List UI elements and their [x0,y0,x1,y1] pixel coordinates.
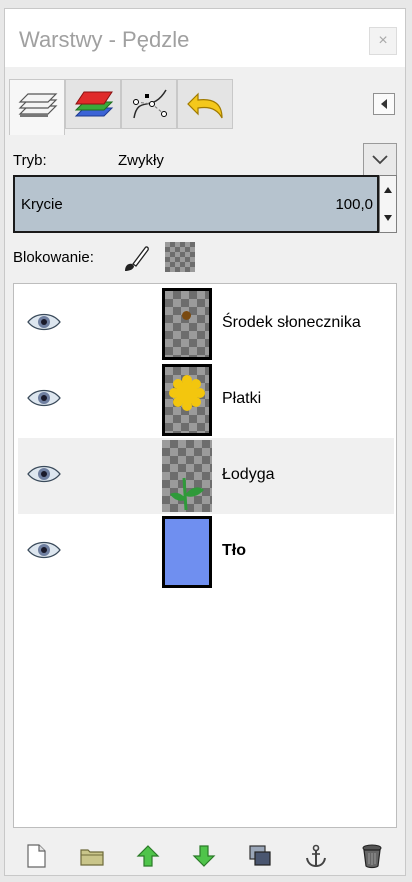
lock-row: Blokowanie: [13,241,313,275]
layers-toolbar [5,837,405,877]
eye-icon[interactable] [26,464,62,484]
anchor-layer-button[interactable] [301,841,331,871]
mode-value[interactable]: Zwykły [118,152,164,169]
trash-icon [362,844,382,869]
opacity-slider[interactable]: Krycie 100,0 [13,175,379,233]
delete-layer-button[interactable] [357,841,387,871]
opacity-spinner[interactable] [379,175,397,233]
lock-pixels-brush-icon[interactable] [121,243,151,273]
arrow-up-icon [384,187,392,193]
eye-icon[interactable] [26,540,62,560]
duplicate-layer-button[interactable] [245,841,275,871]
close-button[interactable]: × [369,27,397,55]
stem-shape [170,477,204,511]
layers-brushes-dialog: Warstwy - Pędzle × Tryb: Zwykły Krycie 1… [4,8,406,876]
tab-paths[interactable] [121,79,177,129]
chevron-down-icon [372,155,388,165]
mode-label: Tryb: [13,152,47,169]
new-layer-group-button[interactable] [77,841,107,871]
paths-tab-icon [133,89,167,119]
tab-undo-history[interactable] [177,79,233,129]
eye-icon[interactable] [26,312,62,332]
layer-name[interactable]: Tło [222,542,246,560]
anchor-icon [306,844,326,868]
layer-row[interactable]: Środek słonecznika [18,286,394,362]
layer-thumbnail-stem [162,440,212,512]
title-bar: Warstwy - Pędzle × [5,9,405,67]
eye-icon[interactable] [26,388,62,408]
layers-tab-icon [18,93,58,117]
arrow-down-icon [384,215,392,221]
tab-layers[interactable] [9,79,65,135]
layer-thumbnail-petals [162,364,212,436]
spin-down-button[interactable] [380,204,396,232]
layer-name[interactable]: Płatki [222,390,261,408]
layer-name[interactable]: Środek słonecznika [222,314,361,332]
mode-dropdown[interactable] [363,143,397,177]
opacity-label: Krycie [21,196,63,213]
channels-tab-icon [74,91,114,117]
window-title: Warstwy - Pędzle [19,27,190,52]
new-layer-button[interactable] [21,841,51,871]
layer-thumbnail-center [162,288,212,360]
layer-row[interactable]: Płatki [18,362,394,438]
duplicate-icon [249,845,271,866]
arrow-up-green-icon [136,845,160,867]
dock-tabs [5,73,405,135]
tab-channels[interactable] [65,79,121,129]
spin-up-button[interactable] [380,176,396,204]
tab-menu-button[interactable] [373,93,395,115]
new-page-icon [27,844,46,868]
layer-thumbnail-background [162,516,212,588]
layer-name[interactable]: Łodyga [222,466,275,484]
layer-row[interactable]: Tło [18,514,394,590]
sunflower-center-shape [182,311,191,320]
folder-icon [80,849,104,866]
lock-alpha-icon[interactable] [165,242,195,272]
lock-label: Blokowanie: [13,249,94,266]
raise-layer-button[interactable] [133,841,163,871]
lower-layer-button[interactable] [189,841,219,871]
menu-arrow-left-icon [381,99,387,109]
arrow-down-green-icon [192,845,216,867]
undo-history-tab-icon [187,92,223,119]
layers-list: Środek słonecznika Płatki Łodyga Tło [13,283,397,828]
opacity-value[interactable]: 100,0 [335,196,373,213]
petals-shape [169,375,205,411]
layer-row[interactable]: Łodyga [18,438,394,514]
